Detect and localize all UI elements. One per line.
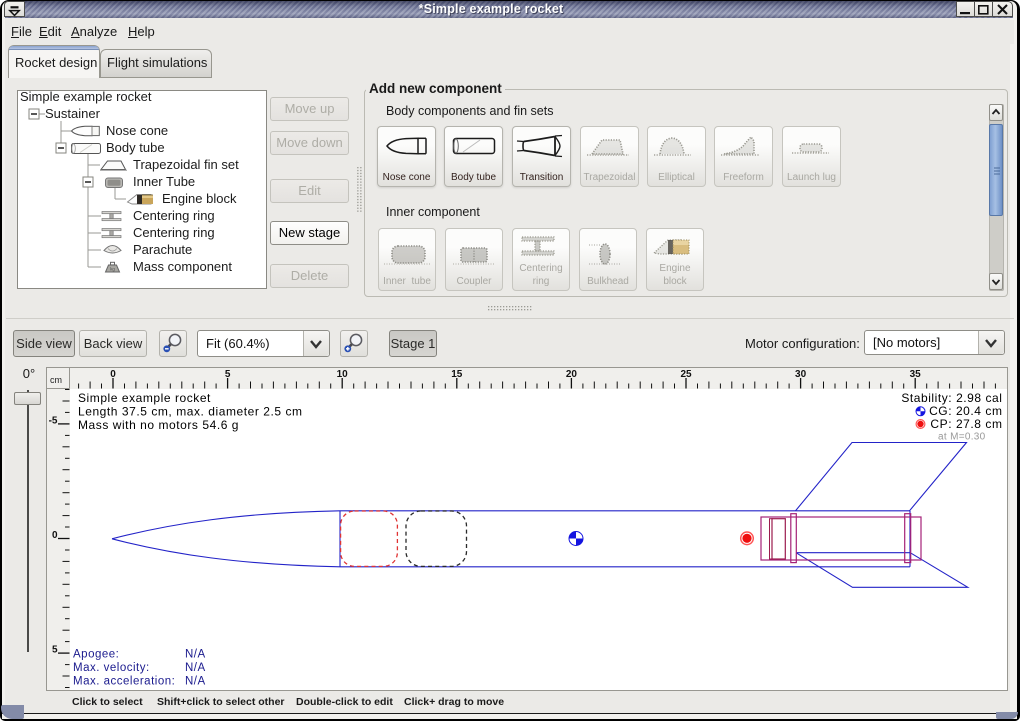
svg-text:Max. velocity:: Max. velocity:: [73, 662, 150, 674]
svg-text:0: 0: [52, 530, 58, 541]
svg-text:20: 20: [566, 369, 578, 380]
svg-text:cm: cm: [50, 375, 62, 385]
svg-text:5: 5: [225, 369, 231, 380]
svg-text:Mass with no motors 54.6 g: Mass with no motors 54.6 g: [78, 418, 239, 432]
svg-text:Stability: 2.98 cal: Stability: 2.98 cal: [901, 391, 1002, 405]
svg-text:35: 35: [910, 369, 922, 380]
svg-text:Max. acceleration:: Max. acceleration:: [73, 676, 175, 688]
svg-text:CP: 27.8 cm: CP: 27.8 cm: [930, 417, 1002, 431]
svg-text:25: 25: [680, 369, 692, 380]
svg-text:15: 15: [451, 369, 463, 380]
svg-text:N/A: N/A: [185, 676, 206, 688]
svg-text:kg: kg: [110, 267, 115, 272]
svg-text:0: 0: [110, 369, 116, 380]
svg-text:5: 5: [52, 645, 58, 656]
svg-text:N/A: N/A: [185, 662, 206, 674]
svg-text:Simple example rocket: Simple example rocket: [78, 391, 211, 405]
svg-text:-5: -5: [49, 415, 58, 426]
svg-text:10: 10: [337, 369, 349, 380]
svg-text:30: 30: [795, 369, 807, 380]
svg-text:CG: 20.4 cm: CG: 20.4 cm: [929, 404, 1002, 418]
svg-text:N/A: N/A: [185, 649, 206, 661]
svg-text:Apogee:: Apogee:: [73, 649, 119, 661]
svg-text:at M=0.30: at M=0.30: [938, 432, 986, 443]
svg-text:Length 37.5 cm, max. diameter: Length 37.5 cm, max. diameter 2.5 cm: [78, 405, 303, 419]
